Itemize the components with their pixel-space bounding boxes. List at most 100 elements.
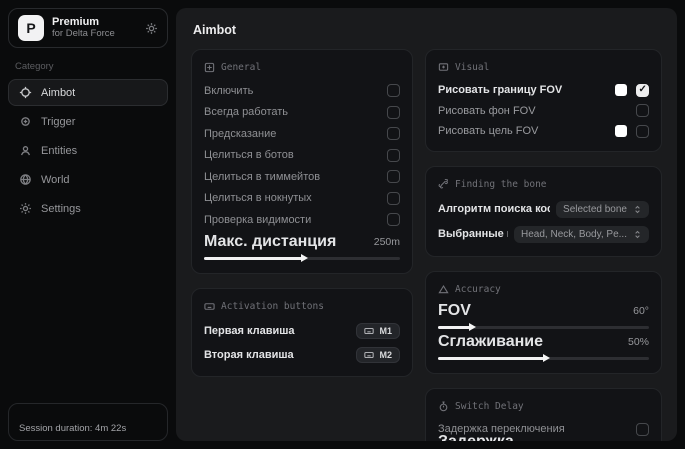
settings-gear-icon [19, 202, 32, 215]
sidebar-item-settings[interactable]: Settings [8, 195, 168, 222]
color-swatch[interactable] [615, 125, 627, 137]
checkbox[interactable] [387, 213, 400, 226]
sidebar-item-aimbot[interactable]: Aimbot [8, 79, 168, 106]
smoothing-slider[interactable] [438, 357, 649, 360]
page-title: Aimbot [193, 23, 662, 37]
sidebar-item-label: Settings [41, 203, 81, 215]
keybind-label: Первая клавиша [204, 325, 295, 337]
chevron-updown-icon [633, 230, 642, 239]
sidebar-nav: Aimbot Trigger Entities [8, 79, 168, 222]
category-label: Category [15, 61, 168, 72]
keybind-button[interactable]: M1 [356, 323, 400, 339]
panel-general: General Включить Всегда работать Предска… [191, 49, 413, 274]
fov-slider-block: FOV 60° [438, 302, 649, 329]
panel-visual: Visual Рисовать границу FOV Рисовать фон… [425, 49, 662, 152]
visual-label: Рисовать фон FOV [438, 105, 536, 117]
session-duration-box: Session duration: 4m 22s [8, 403, 168, 441]
sidebar-item-label: Trigger [41, 116, 75, 128]
panel-activation-buttons: Activation buttons Первая клавиша M1 Вто… [191, 288, 413, 377]
checkbox[interactable] [636, 423, 649, 436]
brand-logo: P [18, 15, 44, 41]
checkbox[interactable] [636, 104, 649, 117]
panel-title: Activation buttons [221, 301, 324, 312]
bone-icon [438, 179, 449, 190]
toggle-label: Включить [204, 85, 253, 97]
visual-row: Рисовать границу FOV [438, 80, 649, 101]
brand-subtitle: for Delta Force [52, 29, 137, 40]
brand-name: Premium [52, 16, 137, 29]
toggle-label: Всегда работать [204, 106, 288, 118]
panel-title: Accuracy [455, 284, 501, 295]
checkbox[interactable] [387, 127, 400, 140]
bone-row: Выбранные кости Head, Neck, Body, Pe... [438, 222, 649, 247]
toggle-row: Всегда работать [204, 102, 400, 124]
sidebar-item-world[interactable]: World [8, 166, 168, 193]
grid-crosshair-icon [204, 62, 215, 73]
stopwatch-icon [438, 401, 449, 412]
toggle-label: Целиться в тиммейтов [204, 171, 320, 183]
slider-label: Макс. дистанция [204, 233, 336, 251]
panel-title: Finding the bone [455, 179, 547, 190]
checkbox[interactable] [387, 170, 400, 183]
slider-thumb[interactable] [469, 323, 476, 331]
entities-icon [19, 144, 32, 157]
toggle-label: Целиться в ботов [204, 149, 294, 161]
keybind-row: Вторая клавиша M2 [204, 343, 400, 367]
slider-thumb[interactable] [301, 254, 308, 262]
panel-switch-delay: Switch Delay Задержка переключения Задер… [425, 388, 662, 442]
panel-title: General [221, 62, 261, 73]
checkbox[interactable] [387, 149, 400, 162]
select-value: Selected bone [563, 204, 627, 215]
checkbox[interactable] [636, 84, 649, 97]
session-duration-text: Session duration: 4m 22s [19, 423, 126, 434]
max-distance-slider-block: Макс. дистанция 250m [204, 233, 400, 260]
bone-label: Выбранные кости [438, 228, 508, 240]
toggle-label: Проверка видимости [204, 214, 311, 226]
sidebar-item-entities[interactable]: Entities [8, 137, 168, 164]
keyboard-icon [364, 350, 374, 360]
slider-thumb[interactable] [543, 354, 550, 362]
toggle-label: Целиться в нокнутых [204, 192, 312, 204]
checkbox[interactable] [387, 192, 400, 205]
checkbox[interactable] [636, 125, 649, 138]
toggle-row: Целиться в тиммейтов [204, 166, 400, 188]
color-swatch[interactable] [615, 84, 627, 96]
brand-box: P Premium for Delta Force [8, 8, 168, 48]
sidebar-item-label: Aimbot [41, 87, 75, 99]
panel-title: Switch Delay [455, 401, 524, 412]
triangle-icon [438, 284, 449, 295]
sidebar-item-trigger[interactable]: Trigger [8, 108, 168, 135]
fov-slider[interactable] [438, 326, 649, 329]
toggle-label: Предсказание [204, 128, 276, 140]
slider-label: Задержка переключения (мс) [438, 433, 618, 441]
keyboard-icon [204, 301, 215, 312]
chevron-updown-icon [633, 205, 642, 214]
keybind-value: M1 [379, 326, 392, 336]
sidebar: P Premium for Delta Force Category Aimbo… [0, 0, 176, 449]
selected-bones-select[interactable]: Head, Neck, Body, Pe... [514, 226, 649, 243]
checkbox[interactable] [387, 84, 400, 97]
visual-label: Рисовать цель FOV [438, 125, 538, 137]
smoothing-slider-block: Сглаживание 50% [438, 333, 649, 360]
main-card: Aimbot General Включить [176, 8, 677, 441]
keybind-value: M2 [379, 350, 392, 360]
right-column: Visual Рисовать границу FOV Рисовать фон… [425, 49, 662, 441]
bone-label: Алгоритм поиска костей [438, 203, 550, 215]
keybind-button[interactable]: M2 [356, 347, 400, 363]
app-window: P Premium for Delta Force Category Aimbo… [0, 0, 685, 449]
slider-value: 50% [628, 336, 649, 348]
max-distance-slider[interactable] [204, 257, 400, 260]
bone-row: Алгоритм поиска костей Selected bone [438, 197, 649, 222]
checkbox[interactable] [387, 106, 400, 119]
slider-value: 1000 ms [618, 439, 649, 441]
visual-icon [438, 62, 449, 73]
bone-algorithm-select[interactable]: Selected bone [556, 201, 649, 218]
toggle-row: Целиться в ботов [204, 145, 400, 167]
panel-finding-bone: Finding the bone Алгоритм поиска костей … [425, 166, 662, 257]
trigger-icon [19, 115, 32, 128]
globe-icon [19, 173, 32, 186]
keybind-label: Вторая клавиша [204, 349, 294, 361]
gear-icon[interactable] [145, 22, 158, 35]
crosshair-icon [19, 86, 32, 99]
toggle-row: Предсказание [204, 123, 400, 145]
